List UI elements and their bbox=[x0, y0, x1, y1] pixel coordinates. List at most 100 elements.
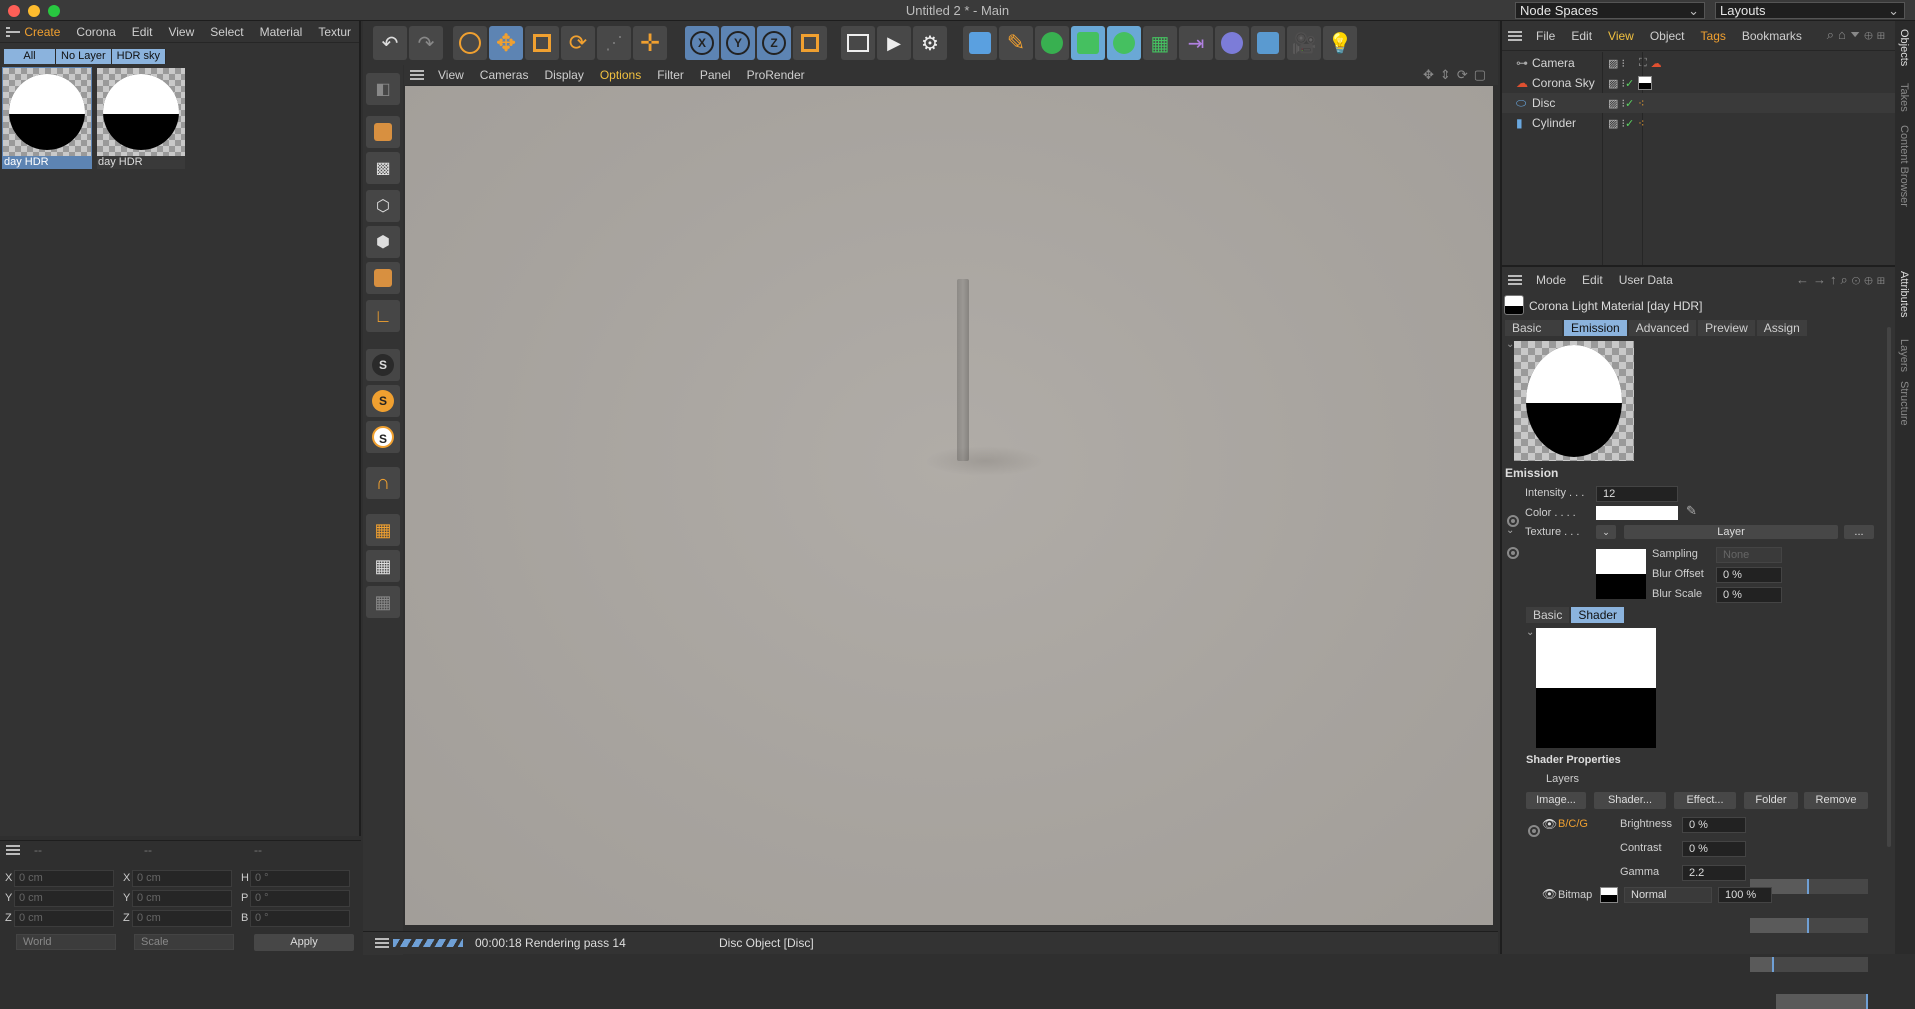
pen-button[interactable]: ✎ bbox=[999, 26, 1033, 60]
side-tab-attributes[interactable]: Attributes bbox=[1898, 271, 1910, 317]
coordinate-system-button[interactable] bbox=[793, 26, 827, 60]
extrude-button[interactable] bbox=[1071, 26, 1105, 60]
menu-icon[interactable] bbox=[1508, 275, 1522, 285]
render-view-button[interactable] bbox=[841, 26, 875, 60]
menu-create[interactable]: Create bbox=[16, 25, 68, 39]
filter-all[interactable]: All bbox=[4, 49, 56, 64]
attr-nav-icons[interactable]: ←→↑⌕⊙⊕⊞ bbox=[1796, 272, 1889, 288]
objects-menu-object[interactable]: Object bbox=[1642, 29, 1693, 43]
brightness-field[interactable]: 0 % bbox=[1682, 817, 1746, 833]
model-mode-button[interactable] bbox=[366, 116, 400, 148]
field-button[interactable] bbox=[1215, 26, 1249, 60]
bitmap-layer-label[interactable]: Bitmap bbox=[1558, 889, 1592, 901]
eye-icon[interactable]: 👁 bbox=[1542, 817, 1557, 831]
object-name[interactable]: Cylinder bbox=[1524, 116, 1608, 130]
move-tool-button[interactable]: ✥ bbox=[489, 26, 523, 60]
cloner-button[interactable] bbox=[1107, 26, 1141, 60]
object-row[interactable]: ⬭ Disc ▨ ⁝ ✓ ⁖ bbox=[1502, 93, 1897, 113]
deformer-button[interactable]: ⇥ bbox=[1179, 26, 1213, 60]
coord-field[interactable]: 0 cm bbox=[14, 869, 114, 887]
side-tab-objects[interactable]: Objects bbox=[1898, 29, 1910, 66]
attr-menu-mode[interactable]: Mode bbox=[1528, 273, 1574, 287]
attr-menu-user-data[interactable]: User Data bbox=[1611, 273, 1681, 287]
layers-radio-icon[interactable] bbox=[1528, 825, 1540, 837]
contrast-slider[interactable] bbox=[1750, 918, 1868, 933]
menu-icon[interactable] bbox=[1508, 30, 1522, 41]
objects-search-icons[interactable]: ⌕⌂⏷⊕⊞ bbox=[1827, 27, 1889, 43]
objects-menu-tags[interactable]: Tags bbox=[1693, 29, 1734, 43]
tag-dots-icon[interactable]: ⁖ bbox=[1638, 117, 1644, 130]
snap-button[interactable]: ∩ bbox=[366, 467, 400, 499]
viewport-menu-view[interactable]: View bbox=[430, 68, 472, 82]
sampling-dropdown[interactable]: None bbox=[1716, 547, 1782, 563]
effect-button[interactable]: Effect... bbox=[1674, 792, 1736, 809]
coord-field[interactable]: 0 ° bbox=[250, 909, 350, 927]
object-name[interactable]: Camera bbox=[1524, 56, 1608, 70]
opacity-field[interactable]: 100 % bbox=[1718, 887, 1772, 903]
camera-button[interactable]: 🎥 bbox=[1287, 26, 1321, 60]
eyedropper-icon[interactable]: ✎ bbox=[1686, 503, 1697, 519]
viewport-menu-cameras[interactable]: Cameras bbox=[472, 68, 537, 82]
target-tag-icon[interactable]: ⛶ bbox=[1639, 57, 1647, 70]
filter-no-layer[interactable]: No Layer bbox=[56, 49, 112, 64]
menu-icon[interactable] bbox=[6, 26, 22, 37]
material-thumb[interactable]: day HDR bbox=[2, 67, 92, 169]
visibility-check-icon[interactable]: ▨ ⁝ bbox=[1608, 97, 1625, 110]
solo-hierarchy-button[interactable]: S bbox=[366, 421, 400, 453]
viewport-menu-prorender[interactable]: ProRender bbox=[739, 68, 813, 82]
attr-menu-edit[interactable]: Edit bbox=[1574, 273, 1611, 287]
axis-mode-button[interactable]: ∟ bbox=[366, 300, 400, 332]
intensity-field[interactable]: 12 bbox=[1596, 486, 1678, 502]
shader-button[interactable]: Shader... bbox=[1594, 792, 1666, 809]
texture-layer-button[interactable]: Layer bbox=[1624, 525, 1838, 539]
light-button[interactable]: 💡 bbox=[1323, 26, 1357, 60]
contrast-field[interactable]: 0 % bbox=[1682, 841, 1746, 857]
animate-radio-icon[interactable] bbox=[1507, 547, 1519, 559]
viewport-menu-filter[interactable]: Filter bbox=[649, 68, 692, 82]
image-button[interactable]: Image... bbox=[1526, 792, 1586, 809]
apply-button[interactable]: Apply bbox=[254, 933, 354, 951]
object-name[interactable]: Disc bbox=[1524, 96, 1608, 110]
attr-scrollbar[interactable] bbox=[1887, 327, 1891, 847]
texture-menu-button[interactable]: ⌄ bbox=[1596, 525, 1616, 539]
viewport-menu-panel[interactable]: Panel bbox=[692, 68, 739, 82]
rotate-tool-button[interactable]: ⟳ bbox=[561, 26, 595, 60]
subtab-shader[interactable]: Shader bbox=[1571, 607, 1625, 623]
opacity-slider[interactable] bbox=[1776, 994, 1868, 1009]
menu-icon[interactable] bbox=[410, 70, 424, 80]
gamma-field[interactable]: 2.2 bbox=[1682, 865, 1746, 881]
z-axis-lock-button[interactable]: Z bbox=[757, 26, 791, 60]
bcg-layer-label[interactable]: B/C/G bbox=[1558, 818, 1588, 830]
menu-view[interactable]: View bbox=[160, 25, 202, 39]
redo-button[interactable]: ↷ bbox=[409, 26, 443, 60]
scale-dropdown[interactable]: Scale bbox=[134, 934, 234, 950]
texture-mode-button[interactable]: ▩ bbox=[366, 152, 400, 184]
collapse-chevron-icon[interactable]: ⌄ bbox=[1526, 627, 1534, 638]
transfer-tool-button[interactable]: ✛ bbox=[633, 26, 667, 60]
filter-hdr-sky[interactable]: HDR sky bbox=[111, 49, 167, 64]
material-thumb[interactable]: day HDR bbox=[97, 68, 185, 169]
subdivision-button[interactable] bbox=[1035, 26, 1069, 60]
coord-field[interactable]: 0 ° bbox=[250, 889, 350, 907]
side-tab-takes[interactable]: Takes bbox=[1898, 83, 1910, 112]
corona-tag-icon[interactable]: ☁ bbox=[1651, 57, 1662, 70]
viewport-menu-options[interactable]: Options bbox=[592, 68, 649, 82]
object-row[interactable]: ⊶ Camera ▨ ⁝ ⛶ ☁ bbox=[1502, 53, 1897, 73]
visibility-check-icon[interactable]: ▨ ⁝ bbox=[1608, 77, 1625, 90]
folder-button[interactable]: Folder bbox=[1744, 792, 1798, 809]
blur-offset-field[interactable]: 0 % bbox=[1716, 567, 1782, 583]
checkmark-icon[interactable]: ✓ bbox=[1625, 77, 1634, 90]
grid-settings-button[interactable]: ▦ bbox=[366, 586, 400, 618]
object-row[interactable]: ▮ Cylinder ▨ ⁝ ✓ ⁖ bbox=[1502, 113, 1897, 133]
objects-menu-edit[interactable]: Edit bbox=[1563, 29, 1600, 43]
menu-corona[interactable]: Corona bbox=[68, 25, 123, 39]
side-tab-content-browser[interactable]: Content Browser bbox=[1898, 125, 1910, 207]
side-tab-structure[interactable]: Structure bbox=[1898, 381, 1910, 426]
solo-single-button[interactable]: S bbox=[366, 385, 400, 417]
undo-button[interactable]: ↶ bbox=[373, 26, 407, 60]
eye-icon[interactable]: 👁 bbox=[1542, 887, 1557, 901]
points-mode-button[interactable]: ⬡ bbox=[366, 190, 400, 222]
checkmark-icon[interactable]: ✓ bbox=[1625, 97, 1634, 110]
objects-menu-view[interactable]: View bbox=[1600, 29, 1642, 43]
world-dropdown[interactable]: World bbox=[16, 934, 116, 950]
